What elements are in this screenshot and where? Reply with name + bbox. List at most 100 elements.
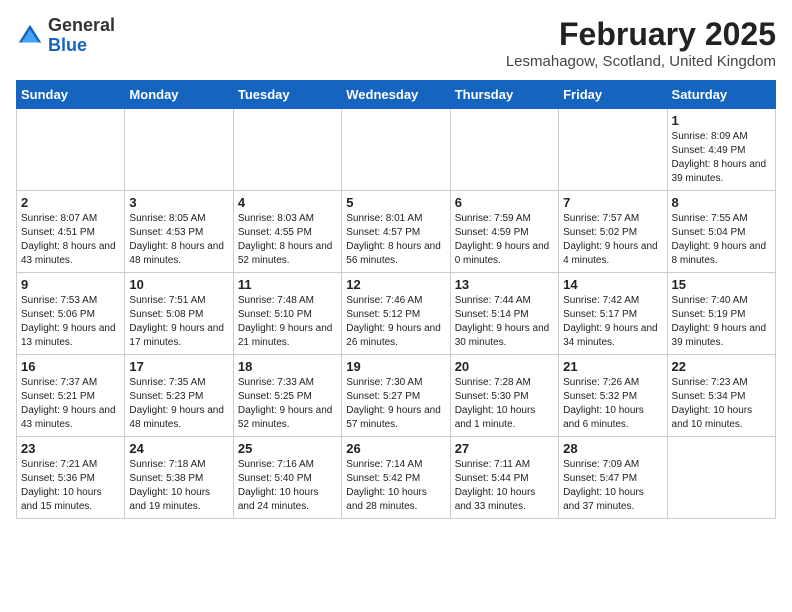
weekday-header: Sunday — [17, 81, 125, 109]
day-info: Sunrise: 7:57 AM Sunset: 5:02 PM Dayligh… — [563, 212, 662, 268]
calendar-cell — [667, 437, 775, 519]
calendar-cell: 18 Sunrise: 7:33 AM Sunset: 5:25 PM Dayli… — [233, 355, 341, 437]
logo-blue: Blue — [48, 35, 87, 55]
calendar-table: SundayMondayTuesdayWednesdayThursdayFrid… — [16, 80, 776, 519]
calendar-cell: 21 Sunrise: 7:26 AM Sunset: 5:32 PM Dayli… — [559, 355, 667, 437]
day-info: Sunrise: 7:26 AM Sunset: 5:32 PM Dayligh… — [563, 376, 662, 432]
day-info: Sunrise: 7:09 AM Sunset: 5:47 PM Dayligh… — [563, 458, 662, 514]
day-info: Sunrise: 7:18 AM Sunset: 5:38 PM Dayligh… — [129, 458, 228, 514]
title-block: February 2025 Lesmahagow, Scotland, Unit… — [506, 16, 776, 70]
logo-icon — [16, 22, 44, 50]
day-number: 8 — [672, 195, 771, 210]
calendar-cell: 24Sunrise: 7:18 AM Sunset: 5:38 PM Dayli… — [125, 437, 233, 519]
day-info: Sunrise: 7:53 AM Sunset: 5:06 PM Dayligh… — [21, 294, 120, 350]
calendar-cell: 19 Sunrise: 7:30 AM Sunset: 5:27 PM Dayli… — [342, 355, 450, 437]
day-info: Sunrise: 7:46 AM Sunset: 5:12 PM Dayligh… — [346, 294, 445, 350]
day-number: 20 — [455, 359, 554, 374]
weekday-header: Tuesday — [233, 81, 341, 109]
calendar-cell — [342, 109, 450, 191]
calendar-cell: 16 Sunrise: 7:37 AM Sunset: 5:21 PM Dayli… — [17, 355, 125, 437]
calendar-cell: 25 Sunrise: 7:16 AM Sunset: 5:40 PM Dayli… — [233, 437, 341, 519]
location: Lesmahagow, Scotland, United Kingdom — [506, 53, 776, 70]
week-row: 1 Sunrise: 8:09 AM Sunset: 4:49 PM Daylig… — [17, 109, 776, 191]
day-number: 25 — [238, 441, 337, 456]
calendar-cell: 10 Sunrise: 7:51 AM Sunset: 5:08 PM Dayli… — [125, 273, 233, 355]
logo: General Blue — [16, 16, 115, 56]
calendar-cell: 28 Sunrise: 7:09 AM Sunset: 5:47 PM Dayli… — [559, 437, 667, 519]
day-info: Sunrise: 7:33 AM Sunset: 5:25 PM Dayligh… — [238, 376, 337, 432]
day-number: 5 — [346, 195, 445, 210]
day-info: Sunrise: 7:30 AM Sunset: 5:27 PM Dayligh… — [346, 376, 445, 432]
weekday-header: Saturday — [667, 81, 775, 109]
calendar-cell: 3 Sunrise: 8:05 AM Sunset: 4:53 PM Daylig… — [125, 191, 233, 273]
day-info: Sunrise: 7:16 AM Sunset: 5:40 PM Dayligh… — [238, 458, 337, 514]
day-info: Sunrise: 7:42 AM Sunset: 5:17 PM Dayligh… — [563, 294, 662, 350]
calendar-cell: 15 Sunrise: 7:40 AM Sunset: 5:19 PM Dayli… — [667, 273, 775, 355]
day-info: Sunrise: 7:23 AM Sunset: 5:34 PM Dayligh… — [672, 376, 771, 432]
day-info: Sunrise: 7:35 AM Sunset: 5:23 PM Dayligh… — [129, 376, 228, 432]
day-info: Sunrise: 7:48 AM Sunset: 5:10 PM Dayligh… — [238, 294, 337, 350]
day-number: 13 — [455, 277, 554, 292]
day-info: Sunrise: 7:51 AM Sunset: 5:08 PM Dayligh… — [129, 294, 228, 350]
calendar-cell: 2 Sunrise: 8:07 AM Sunset: 4:51 PM Daylig… — [17, 191, 125, 273]
day-number: 16 — [21, 359, 120, 374]
logo-general: General — [48, 15, 115, 35]
day-info: Sunrise: 8:03 AM Sunset: 4:55 PM Dayligh… — [238, 212, 337, 268]
calendar-cell — [559, 109, 667, 191]
day-info: Sunrise: 7:40 AM Sunset: 5:19 PM Dayligh… — [672, 294, 771, 350]
day-info: Sunrise: 7:44 AM Sunset: 5:14 PM Dayligh… — [455, 294, 554, 350]
day-number: 3 — [129, 195, 228, 210]
calendar-cell: 23Sunrise: 7:21 AM Sunset: 5:36 PM Dayli… — [17, 437, 125, 519]
day-number: 22 — [672, 359, 771, 374]
day-number: 14 — [563, 277, 662, 292]
calendar-cell — [450, 109, 558, 191]
calendar-cell: 6 Sunrise: 7:59 AM Sunset: 4:59 PM Daylig… — [450, 191, 558, 273]
calendar-cell: 9 Sunrise: 7:53 AM Sunset: 5:06 PM Daylig… — [17, 273, 125, 355]
day-info: Sunrise: 8:01 AM Sunset: 4:57 PM Dayligh… — [346, 212, 445, 268]
day-number: 4 — [238, 195, 337, 210]
day-number: 21 — [563, 359, 662, 374]
logo-text: General Blue — [48, 16, 115, 56]
calendar-cell: 27Sunrise: 7:11 AM Sunset: 5:44 PM Dayli… — [450, 437, 558, 519]
calendar-cell: 20 Sunrise: 7:28 AM Sunset: 5:30 PM Dayli… — [450, 355, 558, 437]
day-info: Sunrise: 8:09 AM Sunset: 4:49 PM Dayligh… — [672, 130, 771, 186]
calendar-cell: 12Sunrise: 7:46 AM Sunset: 5:12 PM Dayli… — [342, 273, 450, 355]
calendar-cell — [125, 109, 233, 191]
calendar-cell: 5 Sunrise: 8:01 AM Sunset: 4:57 PM Daylig… — [342, 191, 450, 273]
week-row: 9 Sunrise: 7:53 AM Sunset: 5:06 PM Daylig… — [17, 273, 776, 355]
day-number: 1 — [672, 113, 771, 128]
day-info: Sunrise: 7:59 AM Sunset: 4:59 PM Dayligh… — [455, 212, 554, 268]
day-number: 10 — [129, 277, 228, 292]
day-number: 9 — [21, 277, 120, 292]
weekday-header: Wednesday — [342, 81, 450, 109]
day-number: 28 — [563, 441, 662, 456]
day-number: 6 — [455, 195, 554, 210]
calendar-cell — [17, 109, 125, 191]
day-info: Sunrise: 7:28 AM Sunset: 5:30 PM Dayligh… — [455, 376, 554, 432]
day-number: 2 — [21, 195, 120, 210]
month-title: February 2025 — [506, 16, 776, 53]
day-number: 19 — [346, 359, 445, 374]
calendar-cell: 7 Sunrise: 7:57 AM Sunset: 5:02 PM Daylig… — [559, 191, 667, 273]
calendar-cell: 1 Sunrise: 8:09 AM Sunset: 4:49 PM Daylig… — [667, 109, 775, 191]
weekday-header-row: SundayMondayTuesdayWednesdayThursdayFrid… — [17, 81, 776, 109]
day-info: Sunrise: 7:11 AM Sunset: 5:44 PM Dayligh… — [455, 458, 554, 514]
day-number: 11 — [238, 277, 337, 292]
day-info: Sunrise: 8:05 AM Sunset: 4:53 PM Dayligh… — [129, 212, 228, 268]
calendar-cell — [233, 109, 341, 191]
calendar-cell: 26Sunrise: 7:14 AM Sunset: 5:42 PM Dayli… — [342, 437, 450, 519]
day-number: 7 — [563, 195, 662, 210]
day-number: 18 — [238, 359, 337, 374]
day-info: Sunrise: 8:07 AM Sunset: 4:51 PM Dayligh… — [21, 212, 120, 268]
day-info: Sunrise: 7:14 AM Sunset: 5:42 PM Dayligh… — [346, 458, 445, 514]
weekday-header: Friday — [559, 81, 667, 109]
week-row: 16 Sunrise: 7:37 AM Sunset: 5:21 PM Dayli… — [17, 355, 776, 437]
day-info: Sunrise: 7:55 AM Sunset: 5:04 PM Dayligh… — [672, 212, 771, 268]
day-number: 15 — [672, 277, 771, 292]
calendar-cell: 4 Sunrise: 8:03 AM Sunset: 4:55 PM Daylig… — [233, 191, 341, 273]
week-row: 2 Sunrise: 8:07 AM Sunset: 4:51 PM Daylig… — [17, 191, 776, 273]
calendar-cell: 22 Sunrise: 7:23 AM Sunset: 5:34 PM Dayli… — [667, 355, 775, 437]
day-number: 23 — [21, 441, 120, 456]
day-info: Sunrise: 7:37 AM Sunset: 5:21 PM Dayligh… — [21, 376, 120, 432]
calendar-cell: 13 Sunrise: 7:44 AM Sunset: 5:14 PM Dayli… — [450, 273, 558, 355]
